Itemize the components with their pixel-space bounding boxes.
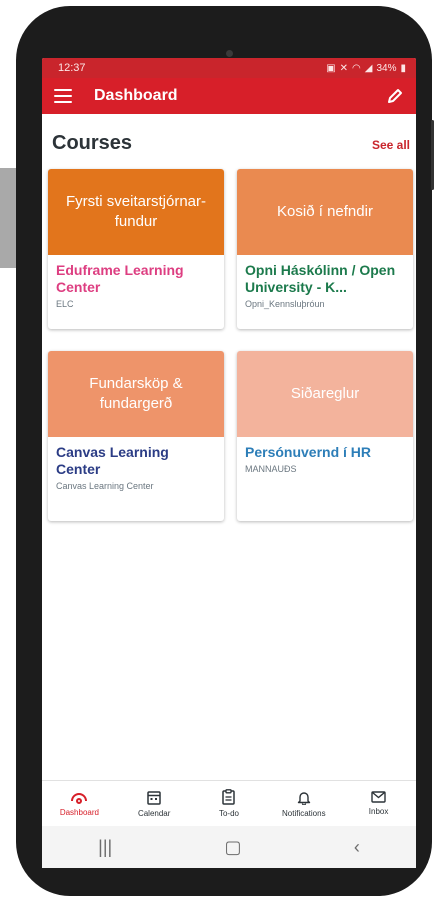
course-card-image-text: Siðareglur xyxy=(290,385,360,402)
stage: 12:37 ▣ ✕ ◠ ◢ 34% ▮ Dashboard Courses Se… xyxy=(0,0,434,898)
course-card-image: Fyrsti sveitarstjórnar-fundur xyxy=(48,169,224,255)
signal-icon: ◢ xyxy=(364,62,373,74)
course-card[interactable]: Fyrsti sveitarstjórnar-fundur Eduframe L… xyxy=(48,169,224,329)
course-card[interactable]: Fundarsköp & fundargerð Canvas Learning … xyxy=(48,351,224,521)
course-card-image: Fundarsköp & fundargerð xyxy=(48,351,224,437)
course-card-name: Eduframe Learning Center xyxy=(56,262,184,295)
pencil-icon[interactable] xyxy=(384,85,406,107)
nav-label: Notifications xyxy=(282,808,326,818)
course-card-name: Persónuvernd í HR xyxy=(245,444,372,460)
nav-label: Inbox xyxy=(368,807,389,816)
course-card-body: Eduframe Learning Center ELC xyxy=(48,255,224,309)
dashboard-icon xyxy=(71,793,88,804)
course-card-body: Canvas Learning Center Canvas Learning C… xyxy=(48,437,224,491)
bell-icon xyxy=(297,791,310,805)
course-card-code: Opni_Kennsluþróun xyxy=(245,299,325,309)
courses-title: Courses xyxy=(52,132,133,154)
course-card-image: Siðareglur xyxy=(237,351,413,437)
recents-button[interactable]: ||| xyxy=(98,837,112,858)
wifi-icon: ◠ xyxy=(352,62,361,74)
course-card-image-text: Kosið í nefndir xyxy=(277,203,373,220)
bottom-navigation: Dashboard Calendar To-do Notifications I… xyxy=(42,780,416,826)
home-button[interactable]: ▢ xyxy=(225,837,242,858)
course-card-name: Opni Háskólinn / Open University - K... xyxy=(245,262,396,295)
app-screen: 12:37 ▣ ✕ ◠ ◢ 34% ▮ Dashboard Courses Se… xyxy=(42,58,416,836)
todo-icon xyxy=(222,789,236,805)
course-card-image-text: Fundarsköp & fundargerð xyxy=(89,375,183,412)
status-icons: ▣ ✕ ◠ ◢ 34% ▮ xyxy=(326,63,406,74)
system-navigation-bar: ||| ▢ ‹ xyxy=(42,826,416,868)
camera-icon xyxy=(226,50,233,57)
course-card[interactable]: Siðareglur Persónuvernd í HR MANNAUÐS xyxy=(237,351,413,521)
back-button[interactable]: ‹ xyxy=(354,837,360,858)
battery-icon: ▮ xyxy=(400,62,406,74)
hamburger-menu-icon[interactable] xyxy=(54,89,72,103)
calendar-icon xyxy=(147,790,161,805)
nav-label: Dashboard xyxy=(59,808,99,817)
course-card-body: Opni Háskólinn / Open University - K... … xyxy=(237,255,413,309)
course-card-code: ELC xyxy=(56,299,74,309)
course-card-image-text: Fyrsti sveitarstjórnar-fundur xyxy=(65,193,207,230)
nav-label: To-do xyxy=(218,809,239,818)
page-title: Dashboard xyxy=(94,87,178,104)
app-bar: Dashboard xyxy=(42,78,416,114)
see-all-link[interactable]: See all xyxy=(372,138,410,152)
envelope-icon xyxy=(371,791,386,803)
nav-calendar[interactable]: Calendar xyxy=(117,781,192,826)
nav-label: Calendar xyxy=(137,808,171,818)
course-card-image: Kosið í nefndir xyxy=(237,169,413,255)
nfc-icon: ▣ xyxy=(326,62,336,74)
course-card-name: Canvas Learning Center xyxy=(56,444,169,477)
course-card[interactable]: Kosið í nefndir Opni Háskólinn / Open Un… xyxy=(237,169,413,329)
side-tab xyxy=(0,168,16,268)
battery-level: 34% xyxy=(376,62,397,74)
nav-dashboard[interactable]: Dashboard xyxy=(42,781,117,826)
nav-todo[interactable]: To-do xyxy=(192,781,267,826)
course-card-body: Persónuvernd í HR MANNAUÐS xyxy=(237,437,413,474)
mute-icon: ✕ xyxy=(339,62,349,74)
nav-inbox[interactable]: Inbox xyxy=(341,781,416,826)
nav-notifications[interactable]: Notifications xyxy=(266,781,341,826)
status-time: 12:37 xyxy=(58,62,86,74)
course-card-code: MANNAUÐS xyxy=(245,464,297,474)
course-card-code: Canvas Learning Center xyxy=(56,481,154,491)
status-bar: 12:37 ▣ ✕ ◠ ◢ 34% ▮ xyxy=(42,58,416,78)
courses-header: Courses See all xyxy=(42,132,416,155)
